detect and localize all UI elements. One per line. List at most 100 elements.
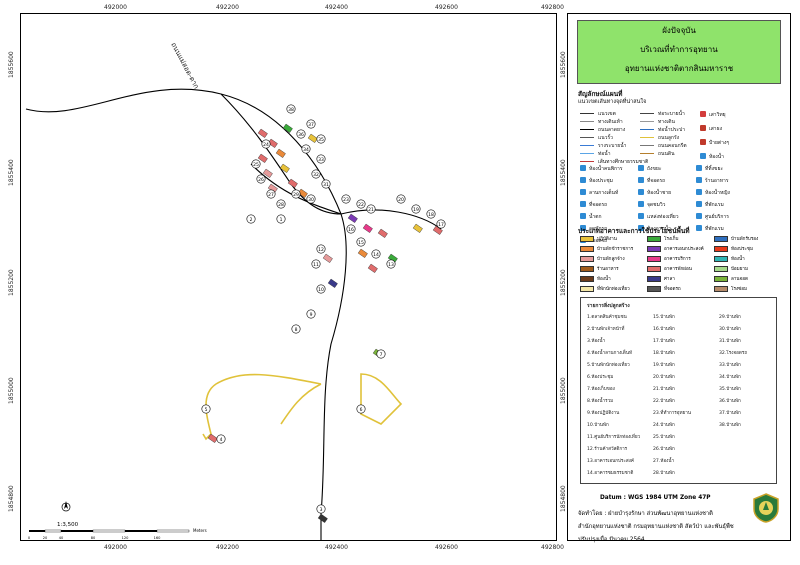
- legend-line-swatch: [640, 145, 654, 146]
- landuse-label: ลานจอด: [731, 277, 748, 282]
- gravel-road: [202, 373, 322, 441]
- place-item: 15.บ้านพัก: [653, 315, 675, 320]
- building: [282, 123, 293, 133]
- landuse-swatch: [647, 286, 661, 292]
- x-coordinate-label: 492800: [541, 4, 564, 11]
- y-coordinate-label: 1855200: [8, 269, 15, 296]
- legend-point-icon: [638, 165, 644, 171]
- legend-line-label: แนวเขต: [598, 111, 616, 117]
- legend-point-label: เสาธง: [709, 126, 723, 132]
- building: [362, 223, 373, 233]
- scale-unit: Meters: [193, 528, 207, 533]
- landuse-swatch: [714, 236, 728, 242]
- marker-label: 38: [288, 107, 294, 113]
- place-item: 14.อาคารชมธรรมชาติ: [587, 471, 634, 476]
- map-sheet: 38 37 36 35 34 33 32 31 30 29 28 27 26 25 24 23 22 21 20 19…: [0, 0, 800, 565]
- place-item: 12.ร้านค้าสวัสดิการ: [587, 447, 628, 452]
- place-item: 30.บ้านพัก: [719, 327, 741, 332]
- legend-point-icon: [580, 177, 586, 183]
- landuse-swatch: [580, 286, 594, 292]
- landuse-swatch: [714, 246, 728, 252]
- y-coordinate-label: 1855400: [8, 159, 15, 186]
- place-item: 21.บ้านพัก: [653, 387, 675, 392]
- landuse-label: ห้องประชุม: [731, 247, 754, 252]
- x-coordinate-label: 492200: [216, 544, 239, 551]
- legend-line-label: ทางเดินเท้า: [598, 119, 623, 125]
- marker-label: 19: [413, 207, 419, 213]
- legend-point-icon: [580, 165, 586, 171]
- legend-point-label: ที่ทิ้งขยะ: [705, 166, 724, 172]
- landuse-label: ห้องน้ำ: [597, 277, 611, 282]
- legend-line-swatch: [580, 153, 594, 154]
- landuse-label: ป้อมยาม: [731, 267, 749, 272]
- legend-point-icon: [700, 153, 706, 159]
- legend-line-label: แนวรั้ว: [598, 135, 613, 141]
- marker-label: 25: [253, 162, 259, 168]
- landuse-label: ที่พักนักท่องเที่ยว: [597, 287, 630, 292]
- landuse-heading: ประเภทอาคารและการใช้ประโยชน์พื้นที่: [578, 227, 690, 235]
- legend-point-icon: [700, 111, 706, 117]
- legend-point-icon: [638, 189, 644, 195]
- place-item: 33.บ้านพัก: [719, 363, 741, 368]
- legend-point-label: ห้องน้ำชาย: [647, 190, 672, 196]
- x-coordinate-label: 492400: [325, 4, 348, 11]
- building: [275, 148, 286, 158]
- x-coordinate-label: 492600: [435, 544, 458, 551]
- scale-tick-label: 40: [59, 536, 64, 540]
- gravel-road: [280, 383, 322, 425]
- legend-point-label: แหล่งท่องเที่ยว: [647, 214, 679, 220]
- legend-point-label: น้ำตก: [589, 214, 602, 220]
- credit-line-1: จัดทำโดย : ฝ่ายบำรุงรักษา ส่วนพัฒนาอุทยา…: [578, 511, 713, 517]
- title-line-1: ผังปัจจุบัน: [662, 26, 696, 35]
- legend-point-icon: [696, 201, 702, 207]
- marker-label: 20: [398, 197, 404, 203]
- place-item: 1.ตลาดสินค้าชุมชน: [587, 315, 627, 320]
- legend-point-label: ถังขยะ: [647, 166, 662, 172]
- marker-label: 15: [358, 240, 364, 246]
- x-coordinate-label: 492000: [104, 544, 127, 551]
- legend-point-icon: [696, 177, 702, 183]
- y-coordinate-label: 1854800: [8, 485, 15, 512]
- legend-point-icon: [638, 201, 644, 207]
- landuse-label: อาคารบริการ: [664, 257, 691, 262]
- place-item: 24.บ้านพัก: [653, 423, 675, 428]
- legend-line-swatch: [640, 129, 654, 130]
- legend-line-swatch: [580, 161, 594, 162]
- legend-point-label: ห้องประชุม: [589, 178, 613, 184]
- landuse-swatch: [647, 266, 661, 272]
- marker-label: 36: [298, 132, 304, 138]
- place-item: 7.ห้องเก็บของ: [587, 387, 615, 392]
- landuse-swatch: [647, 236, 661, 242]
- place-item: 22.บ้านพัก: [653, 399, 675, 404]
- marker-label: 37: [308, 122, 314, 128]
- scale-tick-label: 80: [91, 536, 96, 540]
- landuse-swatch: [714, 256, 728, 262]
- marker-label: 30: [308, 197, 314, 203]
- scale-tick-label: 20: [43, 536, 48, 540]
- landuse-swatch: [714, 266, 728, 272]
- scale-tick-label: 160: [154, 536, 162, 540]
- place-item: 13.อาคารเอนกประสงค์: [587, 459, 634, 464]
- title-box: ผังปัจจุบัน บริเวณที่ทำการอุทยาน อุทยานแ…: [577, 20, 781, 84]
- marker-label: 11: [313, 262, 319, 268]
- map-canvas: 3837363534333231302928272625242322212019…: [25, 41, 446, 540]
- building: [347, 213, 358, 223]
- legend-line-swatch: [640, 121, 654, 122]
- landuse-label: โรงซ่อม: [731, 287, 748, 292]
- marker-label: 27: [268, 192, 274, 198]
- road-label: ถนนแม่สอด-ตาก: [169, 41, 200, 90]
- places-heading: รายการสิ่งปลูกสร้าง: [587, 303, 630, 309]
- legend-line-label: ถนนลาดยาง: [598, 127, 626, 133]
- title-line-2: บริเวณที่ทำการอุทยาน: [640, 45, 718, 54]
- legend-point-label: ห้องน้ำคนพิการ: [589, 166, 623, 172]
- place-item: 20.บ้านพัก: [653, 375, 675, 380]
- place-item: 29.บ้านพัก: [719, 315, 741, 320]
- place-item: 18.บ้านพัก: [653, 351, 675, 356]
- y-coordinate-label: 1855000: [560, 377, 567, 404]
- legend-line-label: ท่อน้ำประปา: [658, 127, 686, 133]
- landuse-swatch: [580, 246, 594, 252]
- marker-label: 8: [295, 327, 298, 333]
- place-item: 9.ห้องปฏิบัติงาน: [587, 411, 620, 416]
- building: [367, 263, 378, 273]
- building: [322, 253, 333, 263]
